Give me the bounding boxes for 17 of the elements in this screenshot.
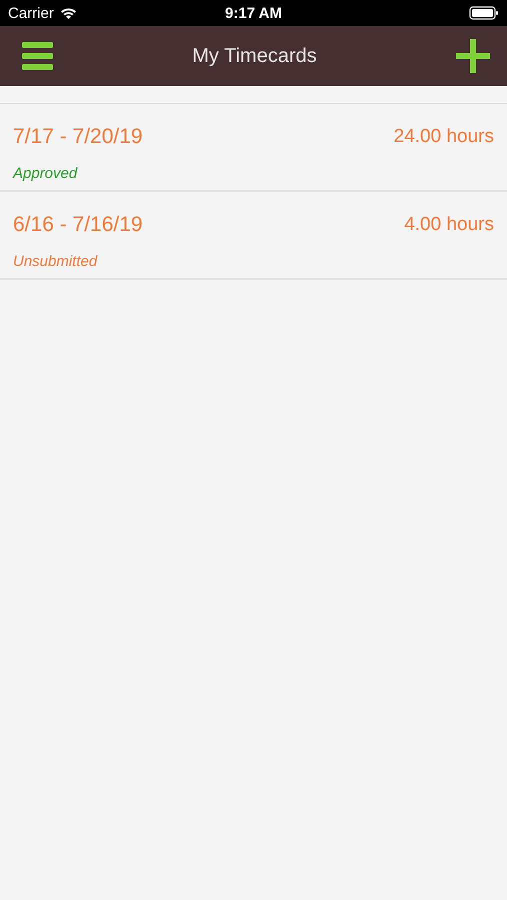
plus-icon [456,39,490,73]
menu-button[interactable] [22,42,53,70]
battery-icon [469,6,499,20]
timecard-row[interactable]: 6/16 - 7/16/19 4.00 hours Unsubmitted [0,192,507,280]
menu-icon [22,42,53,70]
status-label: Unsubmitted [13,253,98,270]
add-button[interactable] [456,39,490,73]
wifi-icon [60,7,77,19]
hours-total: 24.00 hours [394,126,494,148]
date-range: 6/16 - 7/16/19 [13,213,143,237]
screen-title: My Timecards [192,44,317,68]
clock-time: 9:17 AM [225,4,282,22]
date-range: 7/17 - 7/20/19 [13,125,143,149]
hours-total: 4.00 hours [404,214,494,236]
status-label: Approved [13,165,78,182]
carrier-label: Carrier [8,4,54,22]
timecard-row[interactable]: 7/17 - 7/20/19 24.00 hours Approved [0,104,507,192]
